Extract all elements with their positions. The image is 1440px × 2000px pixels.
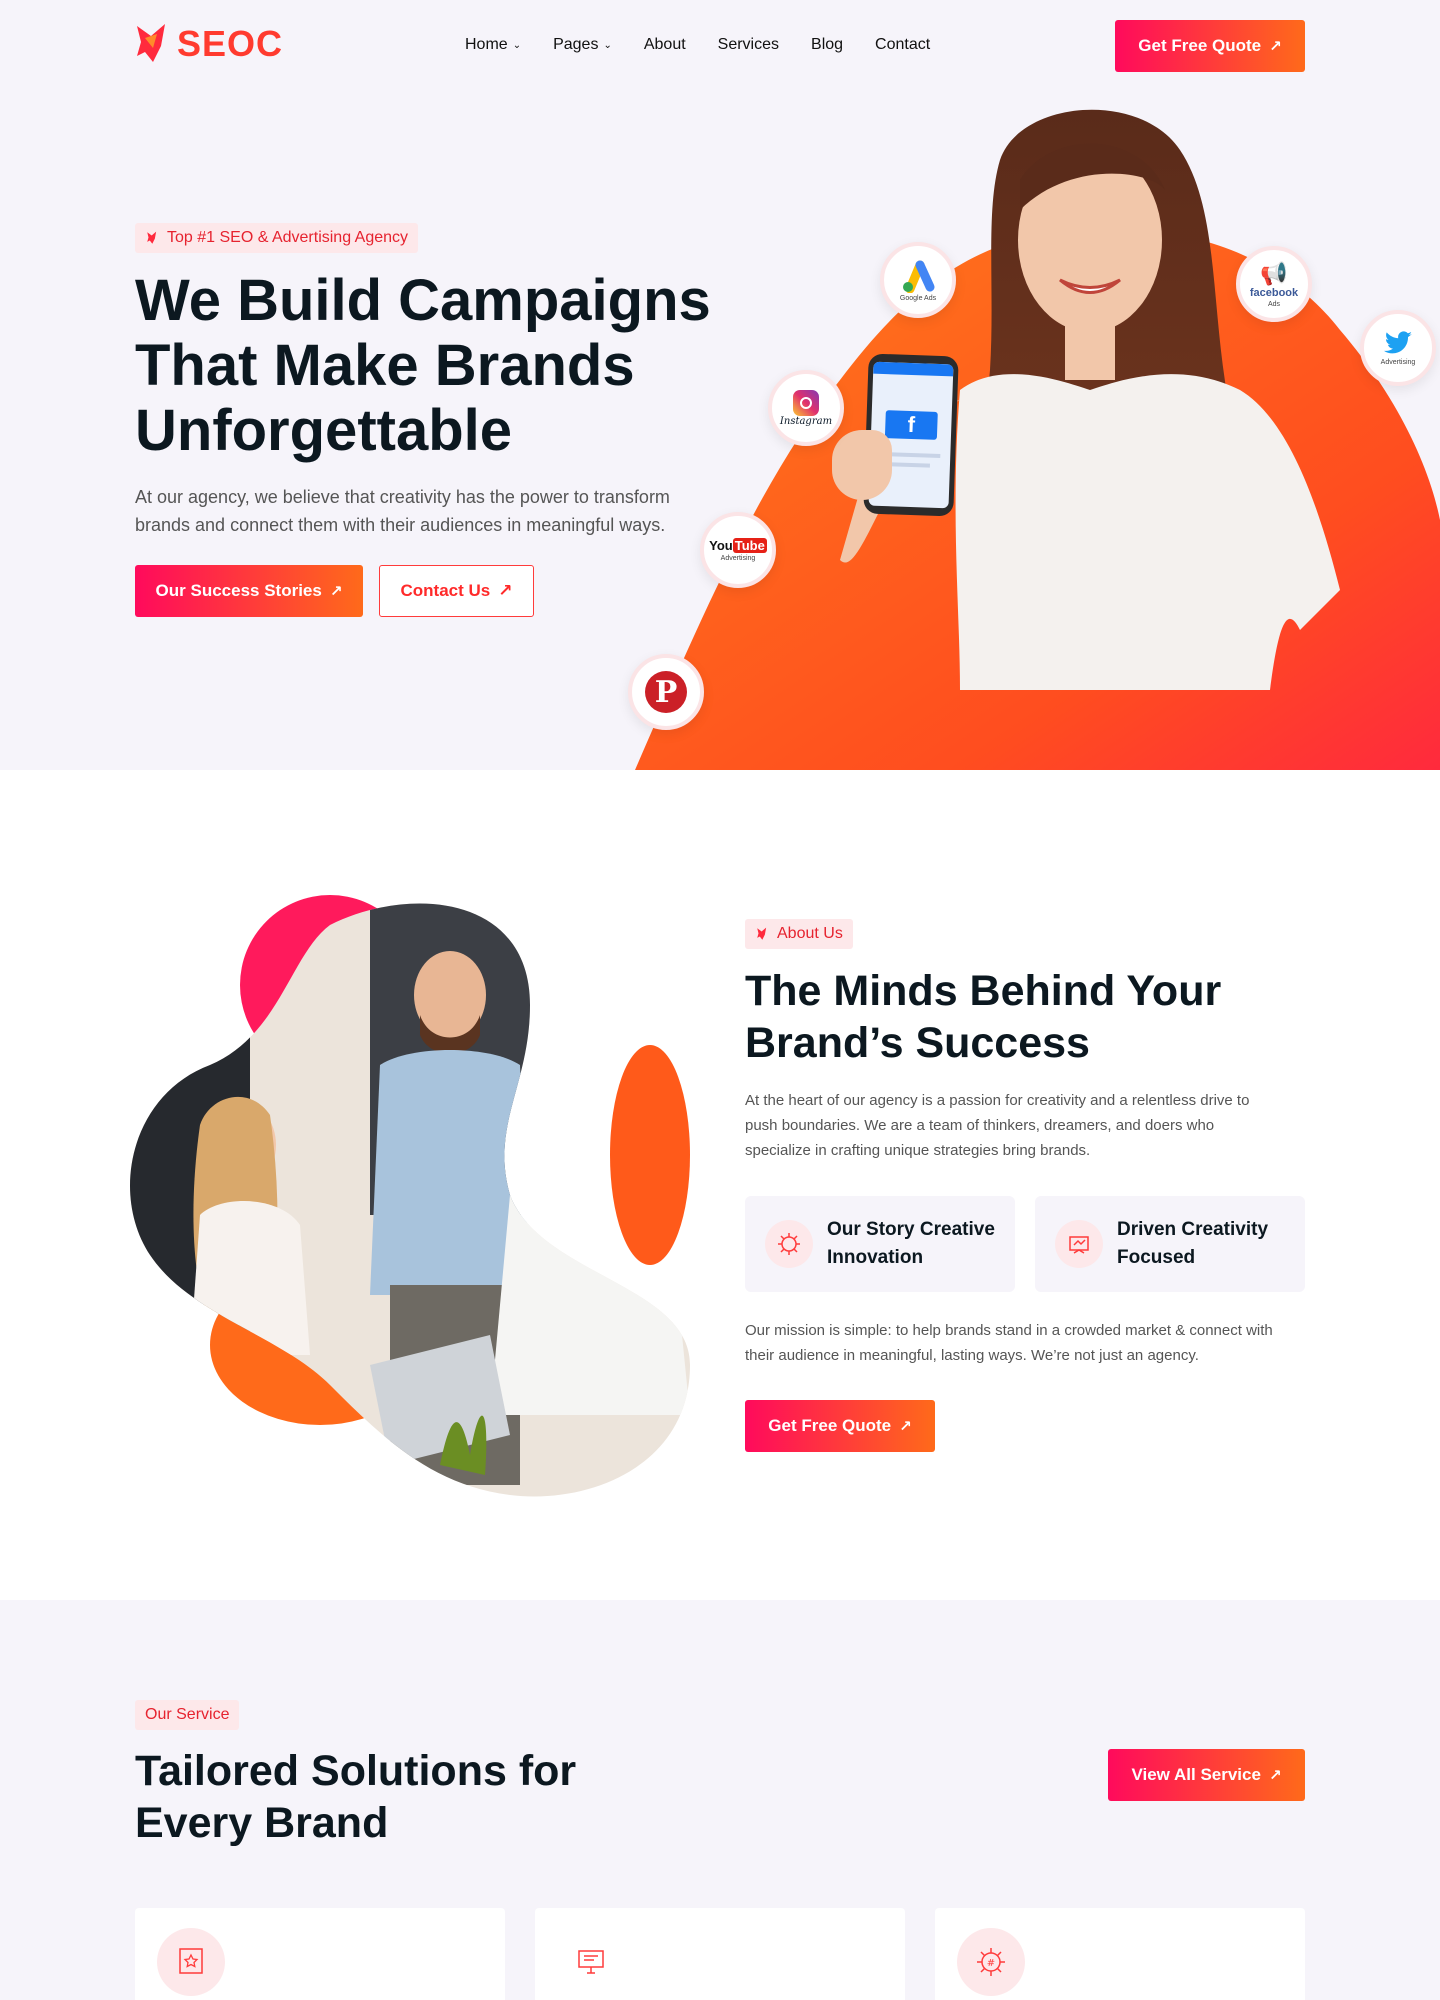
nav-pages[interactable]: Pages ⌄: [553, 36, 612, 54]
about-mission: Our mission is simple: to help brands st…: [745, 1322, 1273, 1364]
google-ads-badge: Google Ads: [880, 242, 956, 318]
success-stories-button[interactable]: Our Success Stories ↗: [135, 565, 363, 617]
service-card[interactable]: 02: [535, 1908, 905, 2000]
logo-mini-icon: [147, 231, 157, 244]
gear-hashtag-icon: #: [957, 1928, 1025, 1996]
pinterest-badge: P: [628, 654, 704, 730]
svg-text:#: #: [987, 1958, 995, 1969]
youtube-icon: You Tube: [709, 538, 767, 553]
google-ads-icon: [903, 260, 935, 293]
about-team-photo: [130, 895, 690, 1497]
about-tag: About Us: [745, 919, 853, 949]
monitor-icon: [557, 1928, 625, 1996]
arrow-up-right-icon: ↗: [329, 583, 343, 600]
chevron-down-icon: ⌄: [603, 39, 612, 51]
about-title: The Minds Behind Your Brand’s Success: [745, 967, 1222, 1067]
nav-home[interactable]: Home ⌄: [465, 36, 521, 54]
award-board-icon: [157, 1928, 225, 1996]
nav-contact[interactable]: Contact: [875, 36, 930, 54]
service-card[interactable]: #: [935, 1908, 1305, 2000]
chevron-down-icon: ⌄: [512, 39, 522, 51]
view-all-service-button[interactable]: View All Service ↗: [1108, 1749, 1305, 1801]
hero-tag: Top #1 SEO & Advertising Agency: [135, 223, 419, 253]
service-card-number: 02: [818, 1935, 879, 1995]
services-title: Tailored Solutions for Every Brand: [135, 1747, 577, 1847]
logo[interactable]: SEOC: [135, 22, 283, 66]
twitter-badge: Advertising: [1360, 310, 1436, 386]
youtube-badge: You Tube Advertising: [700, 512, 776, 588]
facebook-icon: f: [884, 410, 938, 440]
instagram-icon: [793, 389, 819, 416]
logo-text: SEOC: [177, 23, 284, 64]
contact-us-button[interactable]: Contact Us ↗: [379, 565, 534, 617]
strategy-board-icon: [1055, 1220, 1103, 1268]
creative-idea-icon: [765, 1220, 813, 1268]
header-get-quote-button[interactable]: Get Free Quote ↗: [1115, 20, 1305, 72]
service-card[interactable]: [135, 1908, 505, 2000]
nav-services[interactable]: Services: [718, 36, 779, 54]
services-tag: Our Service: [135, 1700, 240, 1730]
about-get-quote-button[interactable]: Get Free Quote ↗: [745, 1400, 935, 1452]
hero-title: We Build Campaigns That Make Brands Unfo…: [135, 268, 711, 463]
hand: [832, 430, 892, 500]
feature-card-story: Our Story Creative Innovation: [745, 1196, 1015, 1292]
arrow-up-right-icon: ↗: [1268, 1767, 1282, 1784]
logo-mini-icon: [757, 927, 767, 940]
megaphone-icon: 📢: [1260, 260, 1288, 286]
facebook-ads-badge: 📢 facebook Ads: [1236, 246, 1312, 322]
logo-icon: [137, 24, 165, 62]
nav-about[interactable]: About: [644, 36, 686, 54]
pinterest-icon: P: [645, 671, 687, 713]
arrow-up-right-icon: ↗: [1269, 38, 1282, 55]
feature-card-creativity: Driven Creativity Focused: [1035, 1196, 1305, 1292]
twitter-icon: [1384, 330, 1412, 353]
instagram-badge: Instagram: [768, 370, 844, 446]
about-description: At the heart of our agency is a passion …: [745, 1092, 1250, 1159]
main-nav: Home ⌄ Pages ⌄ About Services Blog Contact: [465, 36, 930, 54]
arrow-up-right-icon: ↗: [498, 581, 513, 600]
nav-blog[interactable]: Blog: [811, 36, 843, 54]
arrow-up-right-icon: ↗: [899, 1418, 912, 1435]
hero-description: At our agency, we believe that creativit…: [135, 487, 670, 535]
